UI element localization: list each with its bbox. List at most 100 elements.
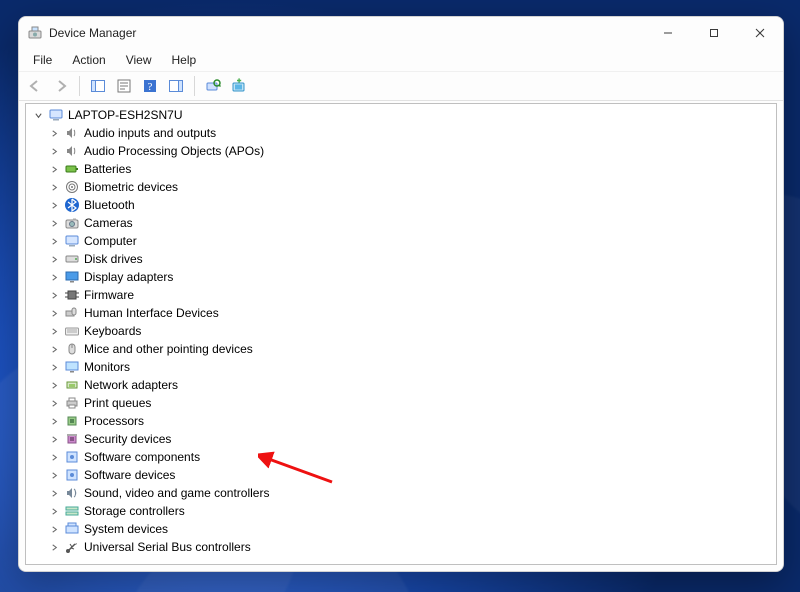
tree-category-label: Storage controllers (84, 504, 185, 518)
tree-category-node[interactable]: Monitors (46, 358, 776, 376)
tree-category-node[interactable]: Display adapters (46, 268, 776, 286)
minimize-button[interactable] (645, 17, 691, 49)
tree-category-node[interactable]: Storage controllers (46, 502, 776, 520)
chevron-right-icon[interactable] (48, 181, 60, 193)
properties-button[interactable] (112, 74, 136, 98)
chevron-right-icon[interactable] (48, 163, 60, 175)
chevron-right-icon[interactable] (48, 199, 60, 211)
software-icon (64, 449, 80, 465)
menu-help[interactable]: Help (162, 51, 207, 69)
tree-category-node[interactable]: System devices (46, 520, 776, 538)
tree-category-node[interactable]: Firmware (46, 286, 776, 304)
chevron-right-icon[interactable] (48, 217, 60, 229)
chevron-right-icon[interactable] (48, 451, 60, 463)
chevron-right-icon[interactable] (48, 541, 60, 553)
menu-action[interactable]: Action (62, 51, 115, 69)
software-icon (64, 467, 80, 483)
speaker-icon (64, 125, 80, 141)
tree-category-node[interactable]: Sound, video and game controllers (46, 484, 776, 502)
chevron-right-icon[interactable] (48, 289, 60, 301)
device-tree-panel[interactable]: LAPTOP-ESH2SN7U Audio inputs and outputs… (25, 103, 777, 565)
tree-category-node[interactable]: Human Interface Devices (46, 304, 776, 322)
forward-button (49, 74, 73, 98)
tree-category-label: Network adapters (84, 378, 178, 392)
chevron-right-icon[interactable] (48, 343, 60, 355)
chevron-right-icon[interactable] (48, 505, 60, 517)
chevron-down-icon[interactable] (32, 109, 44, 121)
tree-category-label: Audio inputs and outputs (84, 126, 216, 140)
tree-category-node[interactable]: Print queues (46, 394, 776, 412)
chevron-right-icon[interactable] (48, 325, 60, 337)
close-button[interactable] (737, 17, 783, 49)
chevron-right-icon[interactable] (48, 307, 60, 319)
computer-icon (64, 233, 80, 249)
chevron-right-icon[interactable] (48, 415, 60, 427)
chevron-right-icon[interactable] (48, 361, 60, 373)
tree-category-node[interactable]: Processors (46, 412, 776, 430)
tree-category-label: Cameras (84, 216, 133, 230)
window-title: Device Manager (49, 26, 136, 40)
tree-category-node[interactable]: Cameras (46, 214, 776, 232)
tree-category-label: Universal Serial Bus controllers (84, 540, 251, 554)
menu-view[interactable]: View (116, 51, 162, 69)
menu-file[interactable]: File (23, 51, 62, 69)
tree-category-node[interactable]: Network adapters (46, 376, 776, 394)
system-icon (64, 521, 80, 537)
tree-category-node[interactable]: Keyboards (46, 322, 776, 340)
app-icon (27, 25, 43, 41)
tree-category-node[interactable]: Batteries (46, 160, 776, 178)
storage-icon (64, 503, 80, 519)
tree-category-label: Mice and other pointing devices (84, 342, 253, 356)
tree-category-node[interactable]: Software components (46, 448, 776, 466)
tree-category-node[interactable]: Audio Processing Objects (APOs) (46, 142, 776, 160)
tree-category-label: Bluetooth (84, 198, 135, 212)
tree-root-label: LAPTOP-ESH2SN7U (68, 108, 183, 122)
chevron-right-icon[interactable] (48, 127, 60, 139)
tree-category-node[interactable]: Security devices (46, 430, 776, 448)
chevron-right-icon[interactable] (48, 271, 60, 283)
chevron-right-icon[interactable] (48, 433, 60, 445)
tree-category-node[interactable]: Disk drives (46, 250, 776, 268)
tree-category-node[interactable]: Mice and other pointing devices (46, 340, 776, 358)
tree-category-node[interactable]: Audio inputs and outputs (46, 124, 776, 142)
monitor-icon (64, 359, 80, 375)
chevron-right-icon[interactable] (48, 145, 60, 157)
tree-category-label: Software components (84, 450, 200, 464)
scan-hardware-button[interactable] (201, 74, 225, 98)
tree-category-label: Monitors (84, 360, 130, 374)
bluetooth-icon (64, 197, 80, 213)
tree-category-label: Firmware (84, 288, 134, 302)
toolbar: ? (19, 71, 783, 101)
maximize-button[interactable] (691, 17, 737, 49)
tree-category-label: Computer (84, 234, 137, 248)
help-button[interactable]: ? (138, 74, 162, 98)
tree-category-label: Print queues (84, 396, 151, 410)
tree-category-node[interactable]: Software devices (46, 466, 776, 484)
tree-category-node[interactable]: Universal Serial Bus controllers (46, 538, 776, 556)
device-manager-window: Device Manager File Action View Help (18, 16, 784, 572)
chevron-right-icon[interactable] (48, 469, 60, 481)
chevron-right-icon[interactable] (48, 397, 60, 409)
speaker-icon (64, 143, 80, 159)
content-area: LAPTOP-ESH2SN7U Audio inputs and outputs… (19, 101, 783, 571)
action-pane-button[interactable] (164, 74, 188, 98)
mouse-icon (64, 341, 80, 357)
tree-category-node[interactable]: Bluetooth (46, 196, 776, 214)
add-legacy-hardware-button[interactable] (227, 74, 251, 98)
show-hide-console-tree-button[interactable] (86, 74, 110, 98)
chevron-right-icon[interactable] (48, 379, 60, 391)
chevron-right-icon[interactable] (48, 487, 60, 499)
tree-root-node[interactable]: LAPTOP-ESH2SN7U (30, 106, 776, 124)
chevron-right-icon[interactable] (48, 253, 60, 265)
chevron-right-icon[interactable] (48, 235, 60, 247)
tree-category-node[interactable]: Computer (46, 232, 776, 250)
device-tree: LAPTOP-ESH2SN7U Audio inputs and outputs… (26, 106, 776, 556)
chevron-right-icon[interactable] (48, 523, 60, 535)
tree-category-label: Keyboards (84, 324, 141, 338)
tree-category-node[interactable]: Biometric devices (46, 178, 776, 196)
computer-icon (48, 107, 64, 123)
cpu-icon (64, 413, 80, 429)
desktop-background: Device Manager File Action View Help (0, 0, 800, 592)
tree-category-label: Display adapters (84, 270, 173, 284)
disk-icon (64, 251, 80, 267)
